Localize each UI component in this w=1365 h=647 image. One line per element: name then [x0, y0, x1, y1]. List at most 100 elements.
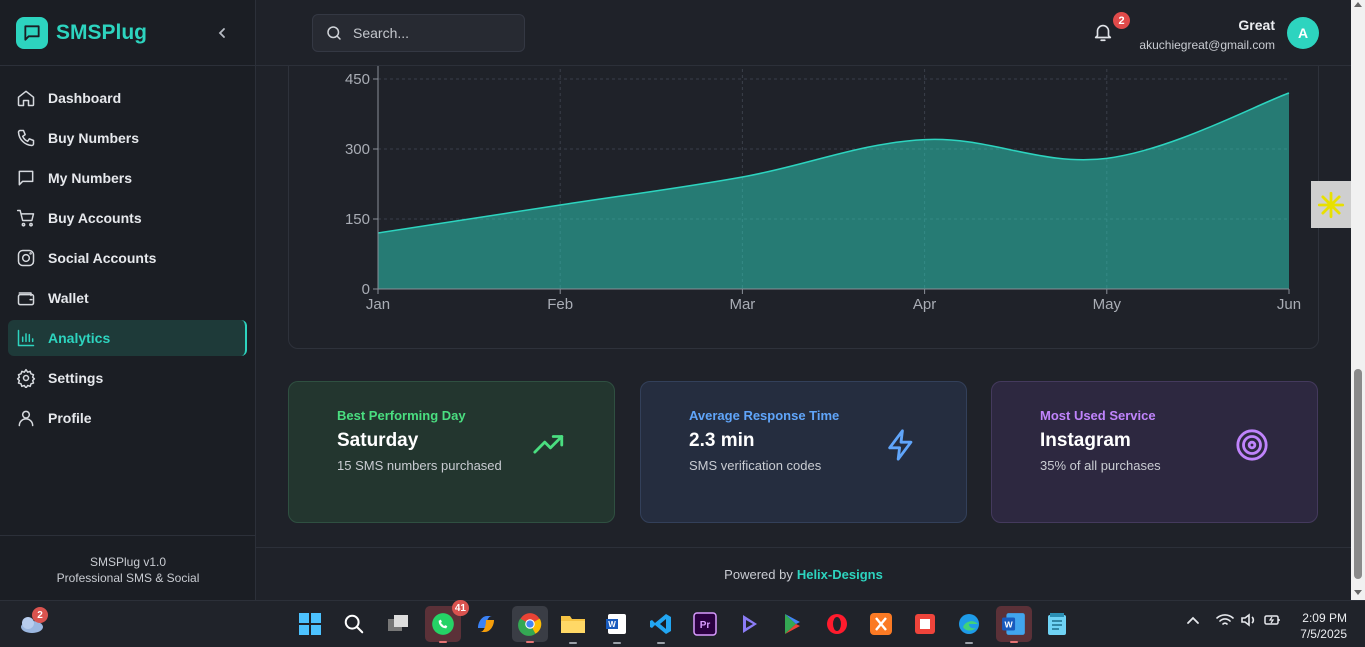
- weather-icon[interactable]: 2: [16, 607, 48, 639]
- system-clock[interactable]: 2:09 PM 7/5/2025: [1300, 610, 1347, 642]
- word-doc-icon[interactable]: W: [602, 609, 632, 644]
- whatsapp-badge: 41: [451, 600, 469, 616]
- bell-icon[interactable]: [1092, 21, 1114, 43]
- sidebar-item-label: Analytics: [48, 330, 111, 346]
- sidebar-footer: SMSPlug v1.0 Professional SMS & Social: [0, 535, 256, 600]
- chevron-left-icon[interactable]: [215, 24, 229, 42]
- x-tick-label: Mar: [729, 296, 755, 313]
- topbar: 2 Great akuchiegreat@gmail.com A: [256, 0, 1351, 66]
- running-indicator: [439, 641, 447, 643]
- brand-header: SMSPlug: [0, 0, 255, 66]
- footer-prefix: Powered by: [724, 566, 793, 582]
- sidebar-item-wallet[interactable]: Wallet: [8, 280, 247, 316]
- stat-value: 2.3 min: [689, 430, 755, 451]
- sidebar-item-label: Buy Accounts: [48, 210, 142, 226]
- footer-brand-link[interactable]: Helix-Designs: [797, 567, 883, 582]
- file-explorer-icon[interactable]: [558, 609, 588, 644]
- user-icon: [18, 410, 34, 427]
- search-input[interactable]: [353, 25, 513, 41]
- sidebar-item-label: Dashboard: [48, 90, 122, 106]
- message-icon: [18, 170, 34, 186]
- stat-value: Saturday: [337, 430, 419, 451]
- volume-icon[interactable]: [1240, 613, 1256, 630]
- search-box[interactable]: [312, 14, 525, 52]
- clipchamp-icon[interactable]: [734, 609, 764, 639]
- edge-icon[interactable]: [954, 609, 984, 644]
- sidebar-item-profile[interactable]: Profile: [8, 400, 247, 436]
- windows-start-icon[interactable]: [295, 609, 325, 639]
- svg-text:W: W: [608, 620, 616, 629]
- sidebar-nav: Dashboard Buy Numbers My Numbers Buy Acc…: [0, 66, 255, 436]
- opera-icon[interactable]: [822, 609, 852, 639]
- sidebar-item-social-accounts[interactable]: Social Accounts: [8, 240, 247, 276]
- weather-badge: 2: [32, 607, 48, 623]
- sidebar-item-label: My Numbers: [48, 170, 133, 186]
- area-fill: [378, 93, 1289, 289]
- play-store-icon[interactable]: [778, 609, 808, 639]
- app-window: SMSPlug Dashboard Buy Numbers My Numbers…: [0, 0, 1365, 600]
- xampp-icon[interactable]: [866, 609, 896, 639]
- stat-title: Best Performing Day: [337, 408, 466, 423]
- scroll-down-arrow[interactable]: [1354, 590, 1362, 595]
- whatsapp-icon[interactable]: 41: [425, 600, 469, 643]
- y-tick-label: 150: [345, 211, 370, 228]
- sidebar-item-label: Social Accounts: [48, 250, 157, 266]
- copilot-icon[interactable]: [471, 609, 501, 639]
- sidebar-item-buy-numbers[interactable]: Buy Numbers: [8, 120, 247, 156]
- notification-badge: 2: [1113, 12, 1130, 29]
- cart-icon: [16, 209, 35, 227]
- scroll-up-arrow[interactable]: [1354, 2, 1362, 7]
- vscode-icon[interactable]: [646, 609, 676, 644]
- main-content: 0 150 300 450 Jan Feb Mar Apr May Jun Best Perfor…: [256, 66, 1351, 600]
- accessibility-widget-button[interactable]: [1311, 181, 1351, 228]
- search-icon: [327, 26, 341, 40]
- task-view-icon[interactable]: [383, 609, 413, 639]
- x-tick-label: May: [1093, 296, 1122, 313]
- user-info[interactable]: Great akuchiegreat@gmail.com: [1139, 17, 1275, 52]
- clock-time: 2:09 PM: [1302, 611, 1347, 625]
- x-tick-label: Jan: [366, 296, 390, 313]
- gear-icon: [16, 368, 36, 388]
- home-icon: [17, 90, 35, 107]
- y-tick-label: 300: [345, 141, 370, 158]
- scroll-thumb[interactable]: [1354, 369, 1362, 579]
- clock-date: 7/5/2025: [1300, 627, 1347, 641]
- wallet-icon: [17, 292, 35, 306]
- avatar[interactable]: A: [1287, 17, 1319, 49]
- sidebar-item-analytics[interactable]: Analytics: [8, 320, 247, 356]
- sidebar-item-dashboard[interactable]: Dashboard: [8, 80, 247, 116]
- message-logo-icon[interactable]: [16, 16, 48, 49]
- sidebar-item-label: Settings: [48, 370, 104, 386]
- sidebar-item-my-numbers[interactable]: My Numbers: [8, 160, 247, 196]
- sidebar-item-label: Wallet: [48, 290, 89, 306]
- sparkle-icon: [1317, 191, 1345, 218]
- brand-name[interactable]: SMSPlug: [56, 21, 147, 45]
- phone-icon: [17, 129, 35, 147]
- battery-charging-icon[interactable]: [1264, 613, 1282, 630]
- y-tick-label: 450: [345, 71, 370, 88]
- sidebar-item-buy-accounts[interactable]: Buy Accounts: [8, 200, 247, 236]
- stat-card-most-used: Most Used Service Instagram 35% of all p…: [991, 381, 1318, 523]
- sidebar: SMSPlug Dashboard Buy Numbers My Numbers…: [0, 0, 256, 600]
- running-indicator: [613, 642, 621, 644]
- search-icon[interactable]: [339, 609, 369, 639]
- notepad-icon[interactable]: [1042, 609, 1072, 639]
- wifi-icon[interactable]: [1216, 613, 1234, 630]
- stat-title: Most Used Service: [1040, 408, 1156, 423]
- x-tick-label: Jun: [1277, 296, 1301, 313]
- scrollbar[interactable]: [1351, 0, 1365, 600]
- premiere-icon[interactable]: Pr: [690, 609, 720, 639]
- anydesk-icon[interactable]: [910, 609, 940, 639]
- app-version: SMSPlug v1.0: [89, 555, 167, 569]
- chrome-icon[interactable]: [512, 606, 548, 643]
- bar-chart-icon: [17, 329, 35, 347]
- running-indicator: [1010, 641, 1018, 643]
- stat-card-response-time: Average Response Time 2.3 min SMS verifi…: [640, 381, 967, 523]
- sidebar-item-label: Buy Numbers: [48, 130, 140, 146]
- user-email: akuchiegreat@gmail.com: [1139, 38, 1275, 52]
- sidebar-item-settings[interactable]: Settings: [8, 360, 247, 396]
- chevron-up-icon[interactable]: [1186, 613, 1200, 630]
- stat-card-best-day: Best Performing Day Saturday 15 SMS numb…: [288, 381, 615, 523]
- word-icon[interactable]: W: [996, 606, 1032, 643]
- running-indicator: [965, 642, 973, 644]
